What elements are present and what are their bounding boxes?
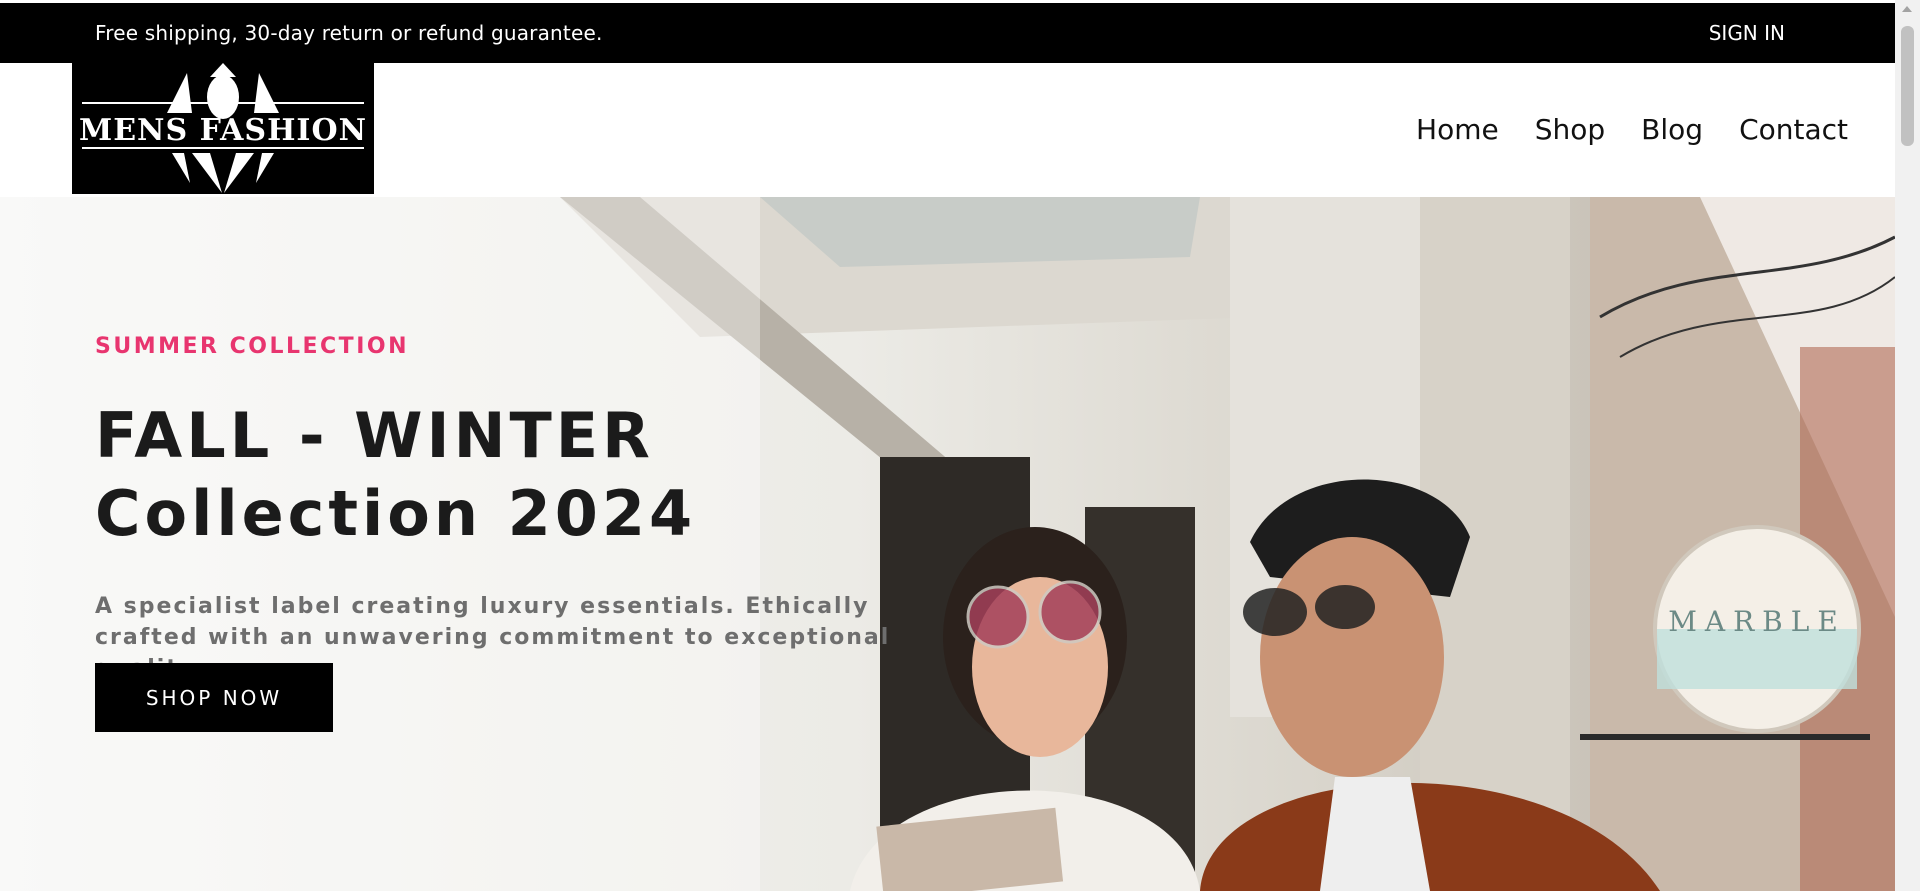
hero-title-line-2: Collection 2024 bbox=[95, 477, 697, 550]
hero-banner: MARBLE SUMMER COLLECTION FALL - WINTER C… bbox=[0, 197, 1895, 891]
hero-subtitle: SUMMER COLLECTION bbox=[95, 334, 409, 359]
shop-sign-text: MARBLE bbox=[1668, 605, 1846, 638]
shipping-promo-text: Free shipping, 30-day return or refund g… bbox=[95, 21, 603, 45]
hero-title: FALL - WINTER Collection 2024 bbox=[95, 397, 696, 553]
logo-emblem-icon: MENS FASHION bbox=[72, 63, 374, 194]
page-scrollbar[interactable] bbox=[1895, 0, 1920, 891]
top-announcement-bar: Free shipping, 30-day return or refund g… bbox=[0, 3, 1895, 63]
nav-blog[interactable]: Blog bbox=[1641, 110, 1703, 150]
shop-now-button[interactable]: SHOP NOW bbox=[95, 663, 333, 732]
site-logo[interactable]: MENS FASHION bbox=[72, 63, 374, 194]
hero-title-line-1: FALL - WINTER bbox=[95, 399, 654, 472]
sign-in-link[interactable]: SIGN IN bbox=[1709, 3, 1785, 63]
logo-text: MENS FASHION bbox=[79, 113, 367, 148]
nav-home[interactable]: Home bbox=[1416, 110, 1499, 150]
main-navigation: Home Shop Blog Contact bbox=[1416, 110, 1848, 150]
nav-contact[interactable]: Contact bbox=[1739, 110, 1848, 150]
scrollbar-thumb[interactable] bbox=[1901, 26, 1914, 146]
nav-shop[interactable]: Shop bbox=[1535, 110, 1605, 150]
scroll-up-arrow-icon[interactable] bbox=[1902, 6, 1912, 12]
